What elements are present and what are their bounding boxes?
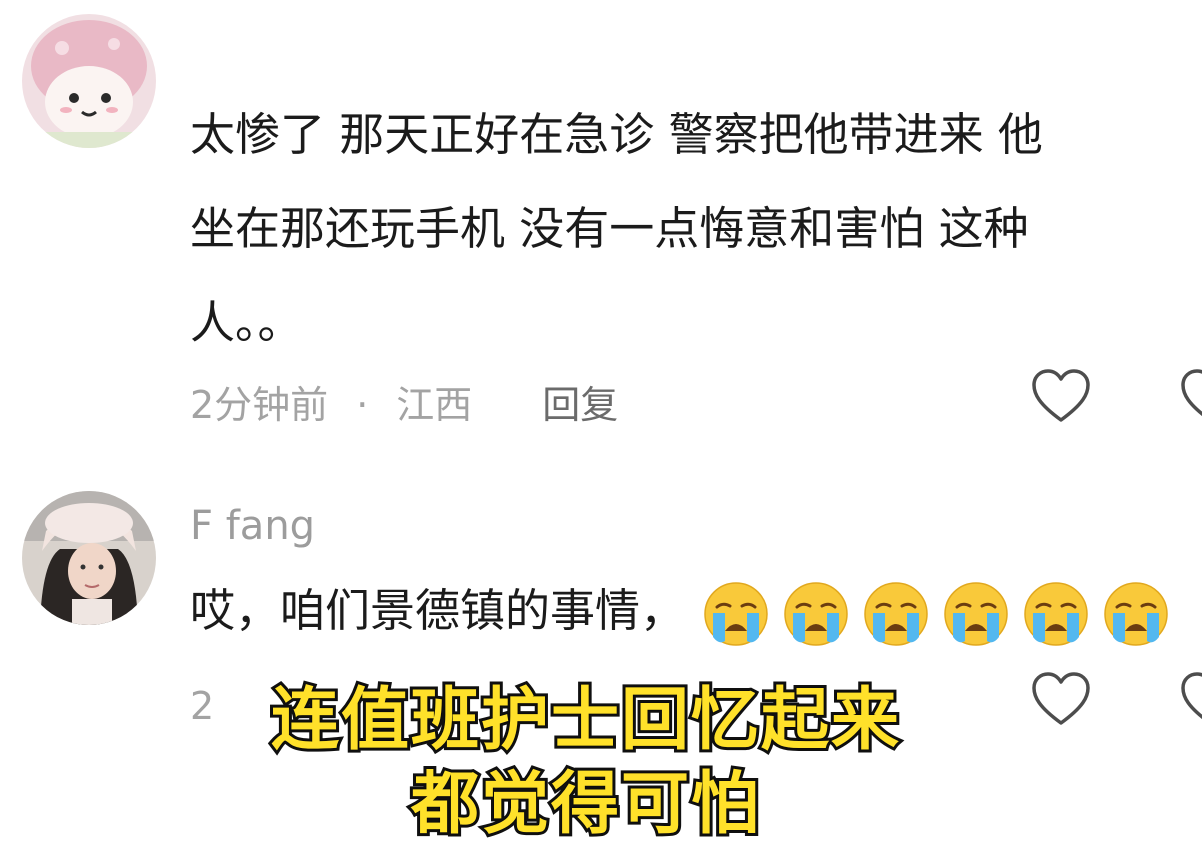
loudly-crying-face-icon [1104,582,1168,646]
avatar-1[interactable] [22,14,156,148]
loudly-crying-face-icon [704,582,768,646]
comment-text-line: 太惨了 那天正好在急诊 警察把他带进来 他 [190,108,1043,161]
heart-icon[interactable] [1031,368,1091,424]
cartoon-mushroom-avatar-icon [22,14,156,148]
user-photo-avatar-icon [22,491,156,625]
comment-text-line: 哎，咱们景德镇的事情， [190,584,686,637]
loudly-crying-face-icon [784,582,848,646]
meta-separator: · [356,383,369,427]
video-subtitle-line-2: 都觉得可怕 [408,762,762,847]
comment-username[interactable]: F fang [190,503,315,549]
comment-text-line: 坐在那还玩手机 没有一点悔意和害怕 这种 [190,202,1029,255]
comment-text-2: 哎，咱们景德镇的事情， [190,564,1169,658]
emoji-row [703,581,1169,647]
comment-text-line: 人。。 [190,296,303,349]
avatar-2[interactable] [22,491,156,625]
reply-button[interactable]: 回复 [542,383,618,427]
loudly-crying-face-icon [864,582,928,646]
comment-meta-1: 2分钟前 · 江西 回复 [190,374,618,429]
loudly-crying-face-icon [944,582,1008,646]
comment-text-1: 太惨了 那天正好在急诊 警察把他带进来 他 坐在那还玩手机 没有一点悔意和害怕 … [190,88,1043,370]
dislike-icon[interactable] [1180,368,1202,424]
loudly-crying-face-icon [1024,582,1088,646]
comment-time: 2分钟前 [190,383,329,427]
comment-region: 江西 [396,383,473,427]
